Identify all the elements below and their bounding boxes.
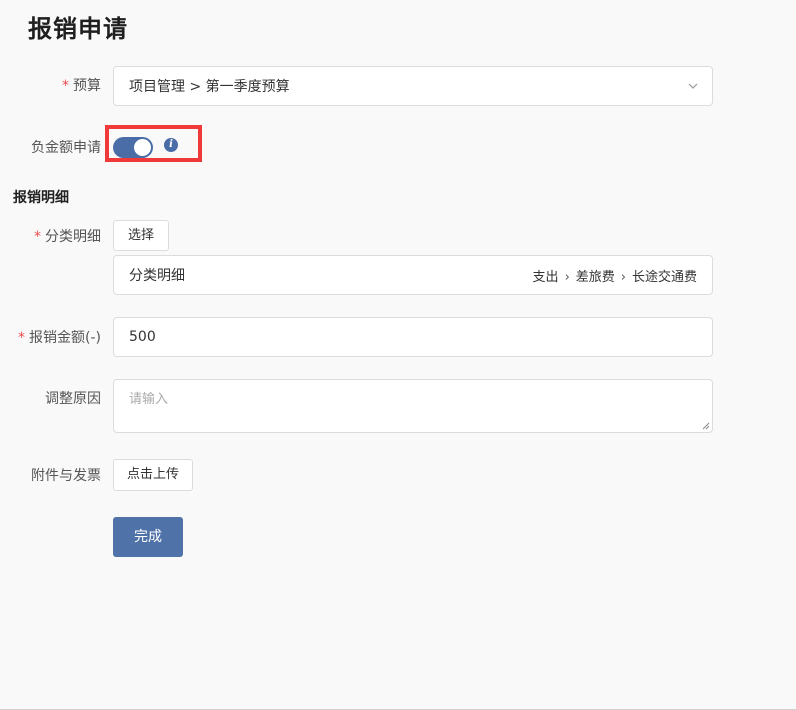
path-item: 长途交通费: [631, 269, 697, 285]
amount-input[interactable]: 500: [113, 317, 713, 357]
details-section-title: 报销明细: [13, 190, 69, 206]
required-mark: *: [62, 78, 69, 94]
amount-label-text: 报销金额(-): [29, 330, 101, 346]
budget-label: * 预算: [62, 75, 101, 95]
category-row-label: 分类明细: [129, 268, 185, 284]
category-select-button[interactable]: 选择: [113, 220, 169, 251]
category-label: * 分类明细: [34, 226, 101, 246]
upload-button[interactable]: 点击上传: [113, 459, 193, 491]
amount-label: * 报销金额(-): [18, 327, 101, 347]
negative-amount-label: 负金额申请: [31, 140, 101, 156]
reason-placeholder: 请输入: [129, 392, 169, 407]
page-title: 报销申请: [28, 15, 128, 43]
reason-label: 调整原因: [45, 391, 101, 407]
budget-label-text: 预算: [73, 78, 101, 94]
required-mark: *: [18, 330, 26, 346]
chevron-down-icon: [688, 83, 698, 89]
resize-grip-icon[interactable]: [702, 422, 710, 430]
path-item: 差旅费: [575, 269, 615, 285]
chevron-right-icon: ›: [564, 269, 570, 285]
category-detail-row[interactable]: 分类明细 支出 › 差旅费 › 长途交通费: [113, 255, 713, 295]
required-mark: *: [34, 229, 41, 245]
submit-button[interactable]: 完成: [113, 517, 183, 557]
reason-textarea[interactable]: 请输入: [113, 379, 713, 433]
attachments-label: 附件与发票: [31, 468, 101, 484]
chevron-right-icon: ›: [620, 269, 626, 285]
budget-select-value: 项目管理 > 第一季度预算: [129, 79, 290, 95]
path-item: 支出: [532, 269, 559, 285]
category-label-text: 分类明细: [45, 229, 101, 245]
category-path: 支出 › 差旅费 › 长途交通费: [533, 266, 697, 285]
budget-select[interactable]: 项目管理 > 第一季度预算: [113, 66, 713, 106]
highlight-box: [105, 125, 202, 162]
